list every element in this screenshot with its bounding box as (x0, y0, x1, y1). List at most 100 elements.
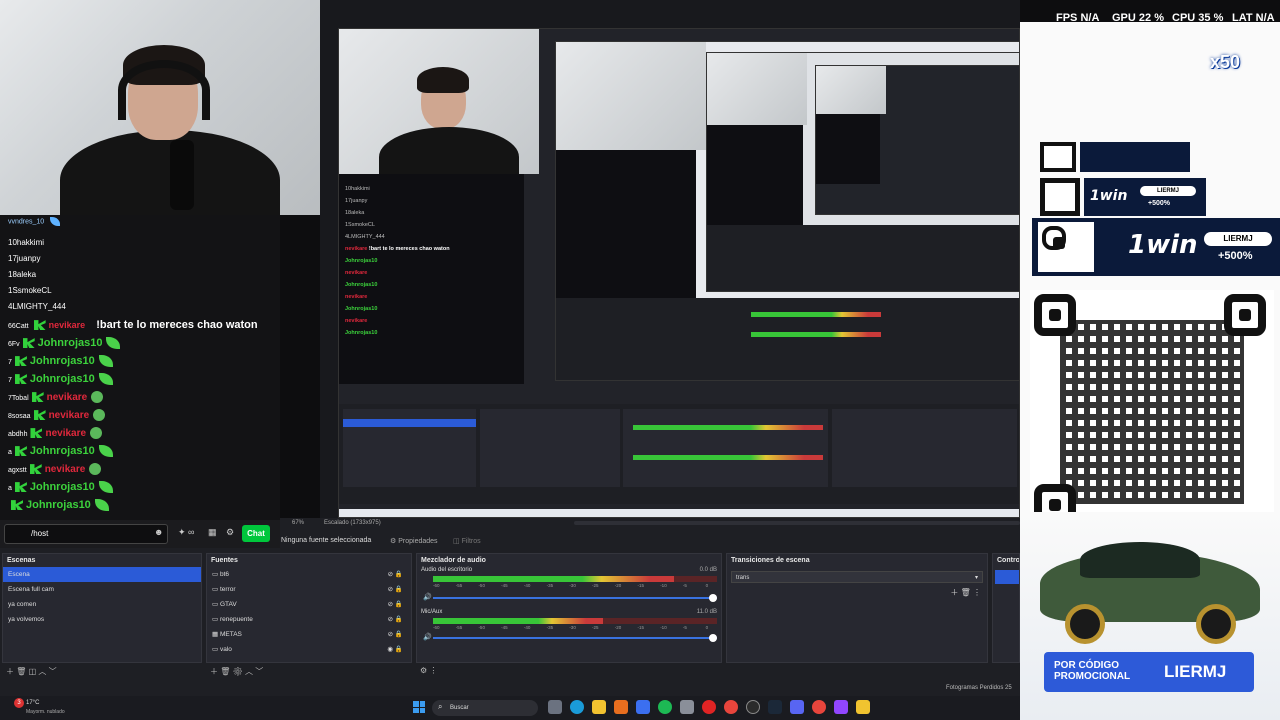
filters-button[interactable]: ◫ Filtros (453, 537, 481, 545)
file-explorer-icon[interactable] (592, 700, 606, 714)
source-item[interactable]: ▦ METAS ⊘ 🔒 (207, 627, 411, 642)
source-item[interactable]: ▭ GTAV ⊘ 🔒 (207, 597, 411, 612)
chat-author[interactable]: nevikare (49, 320, 86, 330)
move-down-icon[interactable]: ﹀ (49, 667, 57, 676)
chrome-icon[interactable] (812, 700, 826, 714)
remove-source-icon[interactable]: 🗑 (220, 667, 230, 676)
scene-item[interactable]: Escena (3, 567, 201, 582)
qr-modules (1060, 320, 1244, 504)
chat-author[interactable]: Johnrojas10 (30, 445, 95, 457)
task-view-icon[interactable] (548, 700, 562, 714)
chat-prefix: 7Tobal (8, 395, 29, 402)
chat-prefix: 7 (8, 359, 12, 366)
visibility-lock-icons[interactable]: ⊘ 🔒 (388, 612, 403, 627)
user-list-item[interactable]: 1SsmokeCL (0, 283, 280, 299)
source-item[interactable]: ▭ terror ⊘ 🔒 (207, 582, 411, 597)
start-streaming-button[interactable] (995, 570, 1019, 584)
scene-item[interactable]: Escena full cam (3, 582, 201, 597)
user-list-item[interactable]: 4LMIGHTY_444 (0, 299, 280, 315)
source-item[interactable]: ▭ bt6 ⊘ 🔒 (207, 567, 411, 582)
nested-obs-2 (556, 298, 1019, 380)
sources-footer: ＋ 🗑 ⚙ ︿ ﹀ (210, 666, 263, 677)
chat-author[interactable]: Johnrojas10 (30, 373, 95, 385)
calendar-icon[interactable]: ▦ (208, 527, 217, 538)
spotify-icon[interactable] (658, 700, 672, 714)
chat-author[interactable]: Johnrojas10 (30, 481, 95, 493)
emoji-icon[interactable]: ☻ (154, 527, 163, 537)
scaling-label[interactable]: Escalado (1733x975) (324, 520, 381, 526)
visibility-lock-icons[interactable]: ◉ 🔒 (387, 642, 403, 657)
add-source-icon[interactable]: ＋ (210, 667, 218, 676)
windows-start-icon[interactable] (413, 701, 425, 713)
volume-slider[interactable] (433, 634, 717, 642)
nested-chat-line: nevikare (345, 318, 368, 324)
user-list-item[interactable]: 10hakkimi (0, 235, 280, 251)
move-down-icon[interactable]: ﹀ (255, 667, 263, 676)
volume-slider[interactable] (433, 594, 717, 602)
car-wheel (1196, 604, 1236, 644)
app-icon[interactable] (614, 700, 628, 714)
app-icon[interactable] (856, 700, 870, 714)
visibility-lock-icons[interactable]: ⊘ 🔒 (388, 597, 403, 612)
speaker-icon[interactable]: 🔊 (423, 593, 432, 601)
app-icon[interactable] (702, 700, 716, 714)
points-icon[interactable]: ✦ (178, 527, 186, 538)
nested-meter (633, 455, 823, 460)
source-item[interactable]: ▭ renepuente ⊘ 🔒 (207, 612, 411, 627)
weather-desc[interactable]: Mayorm. nublado (26, 709, 65, 715)
visibility-lock-icons[interactable]: ⊘ 🔒 (388, 627, 403, 642)
transition-select[interactable]: trans ▾ (731, 571, 983, 583)
chat-author[interactable]: nevikare (47, 392, 88, 403)
chat-input[interactable]: /host (4, 524, 168, 544)
chat-author[interactable]: nevikare (45, 464, 86, 475)
user-list-item[interactable]: 18aleka (0, 267, 280, 283)
chat-author[interactable]: Johnrojas10 (38, 337, 103, 349)
steam-icon[interactable] (768, 700, 782, 714)
scene-item[interactable]: ya comen (3, 597, 201, 612)
preview-scrollbar[interactable] (574, 521, 1020, 525)
volume-handle[interactable] (709, 594, 717, 602)
nested-obs-3 (707, 225, 1019, 291)
nested-scene-selected (343, 419, 476, 427)
move-up-icon[interactable]: ︿ (245, 667, 253, 676)
add-scene-icon[interactable]: ＋ (6, 667, 14, 676)
weather-temp[interactable]: 17°C (26, 700, 39, 706)
gear-icon[interactable]: ⚙ (226, 527, 234, 538)
scene-filter-icon[interactable]: ◫ (29, 667, 37, 676)
zoom-level[interactable]: 67% (292, 520, 304, 526)
discord-icon[interactable] (790, 700, 804, 714)
add-transition-icon[interactable]: ＋ (950, 588, 958, 597)
infinity-icon[interactable]: ∞ (188, 527, 194, 537)
emote-icon (89, 463, 102, 476)
mixer-menu-icon[interactable]: ⋮ (429, 666, 437, 675)
chat-author[interactable]: nevikare (49, 410, 90, 421)
user-list-item[interactable]: 17juanpy (0, 251, 280, 267)
transition-menu-icon[interactable]: ⋮ (973, 588, 981, 597)
app-icon[interactable] (834, 700, 848, 714)
remove-transition-icon[interactable]: 🗑 (961, 588, 971, 597)
speaker-icon[interactable]: 🔊 (423, 633, 432, 641)
scene-item[interactable]: ya volvemos (3, 612, 201, 627)
app-icon[interactable] (680, 700, 694, 714)
move-up-icon[interactable]: ︿ (38, 667, 46, 676)
source-item[interactable]: ▭ valo ◉ 🔒 (207, 642, 411, 657)
edge-icon[interactable] (570, 700, 584, 714)
properties-button[interactable]: ⚙ Propiedades (390, 537, 438, 545)
taskbar-search[interactable]: Buscar (432, 700, 538, 716)
transition-value: trans (736, 575, 750, 581)
chat-send-button[interactable]: Chat (242, 525, 270, 542)
visibility-lock-icons[interactable]: ⊘ 🔒 (388, 582, 403, 597)
visibility-lock-icons[interactable]: ⊘ 🔒 (388, 567, 403, 582)
source-gear-icon[interactable]: ⚙ (233, 667, 243, 676)
obs-icon[interactable] (746, 700, 760, 714)
transitions-title: Transiciones de escena (731, 557, 810, 564)
app-icon[interactable] (636, 700, 650, 714)
chrome-icon[interactable] (724, 700, 738, 714)
chat-author[interactable]: nevikare (45, 428, 86, 439)
chat-author[interactable]: Johnrojas10 (26, 499, 91, 511)
chat-author[interactable]: Johnrojas10 (30, 355, 95, 367)
volume-handle[interactable] (709, 634, 717, 642)
remove-scene-icon[interactable]: 🗑 (16, 667, 26, 676)
mixer-settings-icon[interactable]: ⚙ (420, 666, 427, 675)
chat-message: abdhh nevikare (0, 424, 280, 442)
